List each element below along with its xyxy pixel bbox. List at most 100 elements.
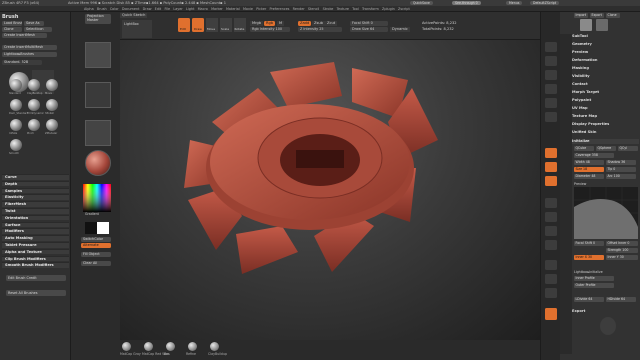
- outer-profile-button[interactable]: Outer Profile: [574, 283, 614, 288]
- brush-section-orientation[interactable]: Orientation: [2, 214, 69, 221]
- tool-section-morph-target[interactable]: Morph Target: [572, 90, 639, 95]
- seethrough-slider[interactable]: See-through 0: [452, 0, 481, 6]
- dynamic-button[interactable]: Dynamic: [390, 27, 410, 32]
- tool-section-geometry[interactable]: Geometry: [572, 42, 639, 47]
- lightbox-button[interactable]: LightBox: [122, 20, 152, 38]
- gear-mesh[interactable]: [120, 40, 540, 340]
- solo-icon[interactable]: [545, 308, 557, 320]
- rotate-mode-button[interactable]: Rotate: [234, 18, 246, 32]
- inner-profile-button[interactable]: Inner Profile: [574, 276, 614, 281]
- tool-section-unified-skin[interactable]: Unified Skin: [572, 130, 639, 135]
- menu-alpha[interactable]: Alpha: [84, 7, 94, 11]
- draw-size-slider[interactable]: Draw Size 64: [350, 27, 388, 32]
- rotate-icon[interactable]: [545, 240, 557, 250]
- shelf-brush-icon[interactable]: [122, 342, 131, 351]
- menu-macro[interactable]: Macro: [198, 7, 208, 11]
- export-section[interactable]: Export: [572, 309, 639, 314]
- rgb-intensity-slider[interactable]: Rgb Intensity 100: [250, 27, 290, 32]
- reset-all-brushes-button[interactable]: Reset All Brushes: [6, 290, 66, 296]
- tool-thumbnail-2[interactable]: [596, 19, 608, 31]
- draw-mode-button[interactable]: Draw: [192, 18, 204, 32]
- inner-y-slider[interactable]: Inner Y 30: [606, 255, 638, 260]
- zoom-icon[interactable]: [545, 84, 557, 94]
- menu-layer[interactable]: Layer: [173, 7, 182, 11]
- tool-section-texture-map[interactable]: Texture Map: [572, 114, 639, 119]
- tool-section-preview[interactable]: Preview: [572, 50, 639, 55]
- zsub-button[interactable]: Zsub: [312, 21, 325, 26]
- brush-section-surface[interactable]: Surface: [2, 221, 69, 228]
- clear-all-button[interactable]: Clear All: [81, 261, 111, 266]
- strength-slider[interactable]: Strength 100: [606, 248, 638, 253]
- size-slider[interactable]: Size 18: [574, 167, 604, 172]
- brush-thumb[interactable]: ZModeler: [45, 119, 61, 139]
- tool-section-deformation[interactable]: Deformation: [572, 58, 639, 63]
- shelf-brush-icon[interactable]: [210, 342, 219, 351]
- menu-zscript[interactable]: Zscript: [398, 7, 410, 11]
- clone-tool-button[interactable]: Clone: [606, 13, 620, 18]
- shelf-brush-icon[interactable]: [144, 342, 153, 351]
- polyf-icon[interactable]: [545, 260, 557, 270]
- hdivide-slider[interactable]: HDivide 64: [606, 297, 636, 302]
- menu-zplugin[interactable]: Zplugin: [382, 7, 395, 11]
- initialize-header[interactable]: Initialize: [572, 139, 639, 144]
- brush-thumb[interactable]: Move: [45, 79, 61, 99]
- brush-thumb[interactable]: Inflate: [9, 119, 25, 139]
- brush-thumb[interactable]: Dam_Standard: [9, 99, 28, 119]
- menu-brush[interactable]: Brush: [97, 7, 107, 11]
- z-intensity-slider[interactable]: Z Intensity 25: [298, 27, 342, 32]
- quick-sketch-button[interactable]: Quick Sketch: [120, 13, 148, 18]
- switchcolor-button[interactable]: SwitchColor: [81, 237, 111, 242]
- main-color-swatch[interactable]: [97, 222, 109, 234]
- brush-section-fibermesh[interactable]: FiberMesh: [2, 201, 69, 207]
- fill-object-button[interactable]: Fill Object: [81, 252, 111, 257]
- brush-section-curve[interactable]: Curve: [2, 174, 69, 180]
- projection-master-button[interactable]: Projection Master: [85, 14, 111, 24]
- color-picker[interactable]: [83, 184, 111, 212]
- add-brush-button[interactable]: Edit Brush Credit: [6, 275, 66, 281]
- spix-icon[interactable]: [545, 56, 557, 66]
- select-icon-button[interactable]: SelectIcon: [24, 27, 52, 32]
- shelf-brush-icon[interactable]: [166, 342, 175, 351]
- brush-thumb[interactable]: Standard: [9, 79, 25, 99]
- tool-section-contact[interactable]: Contact: [572, 82, 639, 87]
- zoom3d-icon[interactable]: [545, 226, 557, 236]
- bpr-icon[interactable]: [545, 42, 557, 52]
- move-icon[interactable]: [545, 212, 557, 222]
- material-sphere[interactable]: [85, 150, 111, 176]
- load-brush-button[interactable]: Load Brush: [2, 21, 22, 26]
- zadd-button[interactable]: Zadd: [298, 21, 312, 26]
- brush-section-modifiers[interactable]: Modifiers: [2, 228, 69, 234]
- alpha-slot[interactable]: [85, 120, 111, 146]
- persp-icon[interactable]: [545, 148, 557, 158]
- menu-transform[interactable]: Transform: [362, 7, 379, 11]
- lightbox-brushes-button[interactable]: Lightbox▸Brushes: [2, 52, 57, 57]
- menu-color[interactable]: Color: [110, 7, 119, 11]
- brush-section-elasticity[interactable]: Elasticity: [2, 194, 69, 200]
- color-picker-swatch[interactable]: [83, 184, 111, 212]
- brush-thumb[interactable]: TrimDynamic: [27, 99, 44, 119]
- alternate-button[interactable]: Alternate: [81, 243, 111, 248]
- initialize-curve-graph[interactable]: [574, 187, 638, 239]
- menu-draw[interactable]: Draw: [143, 7, 152, 11]
- current-tool-thumbnail[interactable]: [580, 19, 592, 31]
- brush-rail-slot-1[interactable]: [85, 42, 111, 68]
- inner-x-slider[interactable]: Inner X 30: [574, 255, 604, 260]
- menu-preferences[interactable]: Preferences: [270, 7, 290, 11]
- clone-button[interactable]: Clone: [2, 27, 22, 32]
- import-button[interactable]: Import: [574, 13, 588, 18]
- menu-movie[interactable]: Movie: [243, 7, 253, 11]
- brush-section-twist[interactable]: Twist: [2, 208, 69, 214]
- brush-section-clip-brush-modifiers[interactable]: Clip Brush Modifiers: [2, 255, 69, 262]
- create-insertmultimesh-button[interactable]: Create InsertMultiMesh: [2, 45, 57, 50]
- save-as-button[interactable]: Save As: [24, 21, 44, 26]
- zcut-button[interactable]: Zcut: [325, 21, 338, 26]
- qsphere-button[interactable]: QSphere: [596, 146, 616, 151]
- brush-section-auto-masking[interactable]: Auto Masking: [2, 235, 69, 241]
- current-brush-name[interactable]: Standard. 52B: [2, 60, 42, 65]
- tool-section-subtool[interactable]: SubTool: [572, 34, 639, 39]
- mrgb-button[interactable]: Mrgb: [250, 21, 264, 26]
- coverage-slider[interactable]: Coverage 358: [574, 153, 614, 158]
- move-mode-button[interactable]: Move: [206, 18, 218, 32]
- arc-slider[interactable]: Arc 100: [606, 174, 636, 179]
- focal-shift-slider[interactable]: Focal Shift 0: [350, 21, 388, 26]
